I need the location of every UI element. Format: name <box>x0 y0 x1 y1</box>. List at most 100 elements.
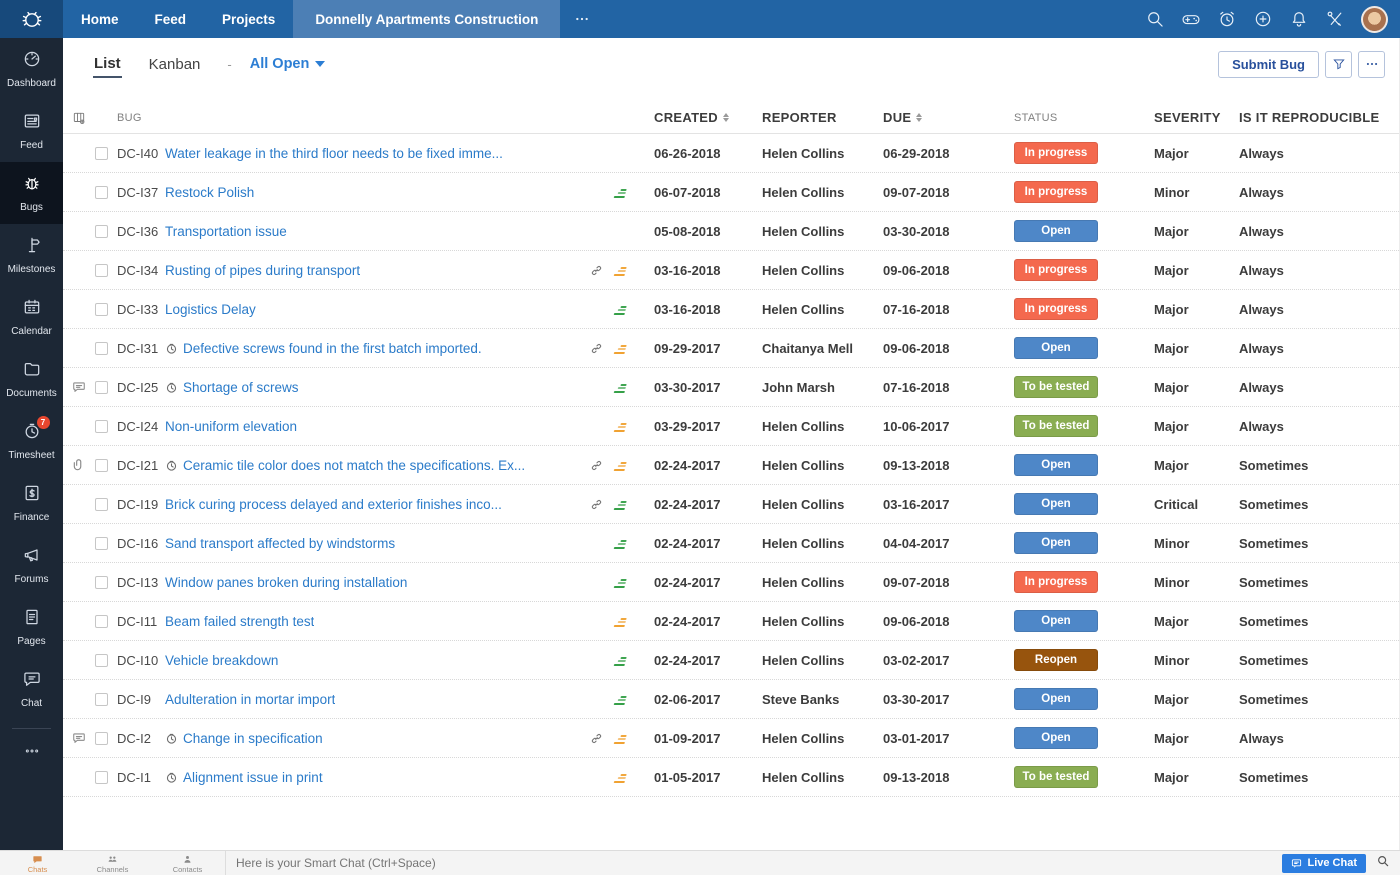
bug-title-link[interactable]: Rusting of pipes during transport <box>165 263 360 278</box>
bug-title-link[interactable]: Adulteration in mortar import <box>165 692 335 707</box>
status-badge[interactable]: Open <box>1014 493 1098 515</box>
row-checkbox[interactable] <box>95 147 108 160</box>
status-badge[interactable]: Open <box>1014 454 1098 476</box>
filter-button[interactable] <box>1325 51 1352 78</box>
search-icon[interactable] <box>1145 9 1165 29</box>
row-checkbox[interactable] <box>95 615 108 628</box>
more-options-button[interactable] <box>1358 51 1385 78</box>
chat-search-icon[interactable] <box>1376 854 1390 873</box>
user-avatar[interactable] <box>1361 6 1388 33</box>
row-checkbox[interactable] <box>95 498 108 511</box>
status-badge[interactable]: To be tested <box>1014 766 1098 788</box>
bug-title-link[interactable]: Restock Polish <box>165 185 254 200</box>
bug-title-link[interactable]: Brick curing process delayed and exterio… <box>165 497 502 512</box>
bug-title-link[interactable]: Transportation issue <box>165 224 287 239</box>
row-checkbox[interactable] <box>95 225 108 238</box>
status-badge[interactable]: In progress <box>1014 298 1098 320</box>
row-checkbox[interactable] <box>95 303 108 316</box>
row-gutter[interactable] <box>63 380 95 394</box>
bug-title-link[interactable]: Beam failed strength test <box>165 614 314 629</box>
status-badge[interactable]: Open <box>1014 727 1098 749</box>
status-badge[interactable]: Open <box>1014 337 1098 359</box>
row-checkbox[interactable] <box>95 732 108 745</box>
sidebar-item-feed[interactable]: Feed <box>0 100 63 162</box>
bug-title-link[interactable]: Defective screws found in the first batc… <box>183 341 482 356</box>
nav-item-home[interactable]: Home <box>63 0 137 38</box>
column-header-reproducible[interactable]: IS IT REPRODUCIBLE <box>1239 110 1399 125</box>
bug-title-link[interactable]: Sand transport affected by windstorms <box>165 536 395 551</box>
game-controller-icon[interactable] <box>1181 9 1201 29</box>
column-header-reporter[interactable]: REPORTER <box>762 110 883 125</box>
bug-title-link[interactable]: Shortage of screws <box>183 380 299 395</box>
submit-bug-button[interactable]: Submit Bug <box>1218 51 1319 78</box>
status-badge[interactable]: Open <box>1014 688 1098 710</box>
row-checkbox[interactable] <box>95 771 108 784</box>
sidebar-item-chat[interactable]: Chat <box>0 658 63 720</box>
status-badge[interactable]: Reopen <box>1014 649 1098 671</box>
live-chat-button[interactable]: Live Chat <box>1282 854 1366 873</box>
row-checkbox[interactable] <box>95 654 108 667</box>
smart-chat-input[interactable] <box>236 856 1282 870</box>
column-header-due[interactable]: DUE <box>883 110 1014 125</box>
nav-more-icon[interactable] <box>560 0 604 38</box>
sidebar-item-timesheet[interactable]: 7 Timesheet <box>0 410 63 472</box>
status-badge[interactable]: To be tested <box>1014 415 1098 437</box>
sidebar-item-milestones[interactable]: Milestones <box>0 224 63 286</box>
tab-list[interactable]: List <box>93 51 122 78</box>
row-checkbox[interactable] <box>95 537 108 550</box>
bug-title-link[interactable]: Change in specification <box>183 731 323 746</box>
sidebar-item-bugs[interactable]: Bugs <box>0 162 63 224</box>
sidebar-more-icon[interactable] <box>0 729 63 773</box>
sidebar-item-pages[interactable]: Pages <box>0 596 63 658</box>
sidebar-item-finance[interactable]: Finance <box>0 472 63 534</box>
add-new-icon[interactable] <box>1253 9 1273 29</box>
column-header-bug[interactable]: BUG <box>117 112 142 124</box>
row-checkbox[interactable] <box>95 186 108 199</box>
column-header-severity[interactable]: SEVERITY <box>1154 110 1239 125</box>
nav-item-feed[interactable]: Feed <box>137 0 205 38</box>
tools-icon[interactable] <box>1325 9 1345 29</box>
row-checkbox[interactable] <box>95 693 108 706</box>
column-header-status[interactable]: STATUS <box>1014 112 1154 124</box>
chat-tab-contacts[interactable]: Contacts <box>150 853 225 874</box>
sidebar-item-documents[interactable]: Documents <box>0 348 63 410</box>
bug-title-link[interactable]: Water leakage in the third floor needs t… <box>165 146 503 161</box>
status-badge[interactable]: In progress <box>1014 571 1098 593</box>
bug-reproducible: Always <box>1239 731 1399 746</box>
bug-title-link[interactable]: Logistics Delay <box>165 302 256 317</box>
status-badge[interactable]: Open <box>1014 532 1098 554</box>
chat-tab-chats[interactable]: Chats <box>0 853 75 874</box>
row-gutter[interactable] <box>63 458 95 472</box>
bug-title-link[interactable]: Non-uniform elevation <box>165 419 297 434</box>
nav-item-projects[interactable]: Projects <box>204 0 293 38</box>
status-badge[interactable]: Open <box>1014 610 1098 632</box>
sidebar-item-calendar[interactable]: Calendar <box>0 286 63 348</box>
status-filter-dropdown[interactable]: All Open <box>250 56 326 72</box>
row-checkbox[interactable] <box>95 264 108 277</box>
row-checkbox[interactable] <box>95 381 108 394</box>
column-header-created[interactable]: CREATED <box>654 110 762 125</box>
status-badge[interactable]: In progress <box>1014 142 1098 164</box>
row-checkbox[interactable] <box>95 342 108 355</box>
status-badge[interactable]: In progress <box>1014 259 1098 281</box>
tab-kanban[interactable]: Kanban <box>148 52 202 77</box>
notifications-bell-icon[interactable] <box>1289 9 1309 29</box>
row-checkbox[interactable] <box>95 420 108 433</box>
status-badge[interactable]: Open <box>1014 220 1098 242</box>
bug-title-link[interactable]: Ceramic tile color does not match the sp… <box>183 458 525 473</box>
status-badge[interactable]: In progress <box>1014 181 1098 203</box>
bug-title-link[interactable]: Alignment issue in print <box>183 770 323 785</box>
chat-tab-channels[interactable]: Channels <box>75 853 150 874</box>
bug-title-link[interactable]: Vehicle breakdown <box>165 653 278 668</box>
active-project-tab[interactable]: Donnelly Apartments Construction <box>293 0 560 38</box>
manage-columns-button[interactable] <box>63 111 95 125</box>
bug-title-link[interactable]: Window panes broken during installation <box>165 575 407 590</box>
row-checkbox[interactable] <box>95 576 108 589</box>
status-badge[interactable]: To be tested <box>1014 376 1098 398</box>
row-checkbox[interactable] <box>95 459 108 472</box>
sidebar-item-forums[interactable]: Forums <box>0 534 63 596</box>
reminder-clock-icon[interactable] <box>1217 9 1237 29</box>
row-gutter[interactable] <box>63 731 95 745</box>
app-logo[interactable] <box>0 0 63 38</box>
sidebar-item-dashboard[interactable]: Dashboard <box>0 38 63 100</box>
